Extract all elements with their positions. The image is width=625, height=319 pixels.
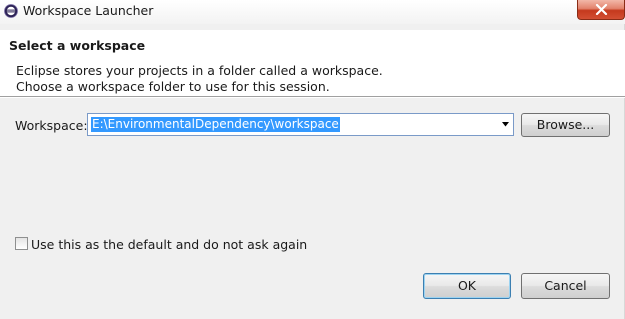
header-title: Select a workspace [9,38,146,53]
close-button[interactable] [577,0,625,20]
header-description-line2: Choose a workspace folder to use for thi… [16,79,330,94]
close-icon [595,4,608,15]
window-title: Workspace Launcher [23,3,154,18]
workspace-combobox[interactable]: E:\EnvironmentalDependency\workspace [87,113,514,136]
cancel-button[interactable]: Cancel [521,273,610,299]
header-separator-highlight [0,97,625,98]
header-description-line1: Eclipse stores your projects in a folder… [16,63,383,78]
default-workspace-label[interactable]: Use this as the default and do not ask a… [31,237,307,252]
browse-button[interactable]: Browse... [521,113,610,137]
ok-button[interactable]: OK [423,273,511,299]
title-bar[interactable]: Workspace Launcher [0,0,625,24]
eclipse-icon [4,4,18,18]
header-banner: Select a workspace Eclipse stores your p… [0,30,625,96]
workspace-label: Workspace: [15,118,88,133]
default-workspace-checkbox[interactable] [15,237,28,250]
workspace-launcher-dialog: Workspace Launcher Select a workspace Ec… [0,0,625,319]
workspace-path-input[interactable]: E:\EnvironmentalDependency\workspace [91,117,340,132]
chevron-down-icon[interactable] [502,122,509,127]
